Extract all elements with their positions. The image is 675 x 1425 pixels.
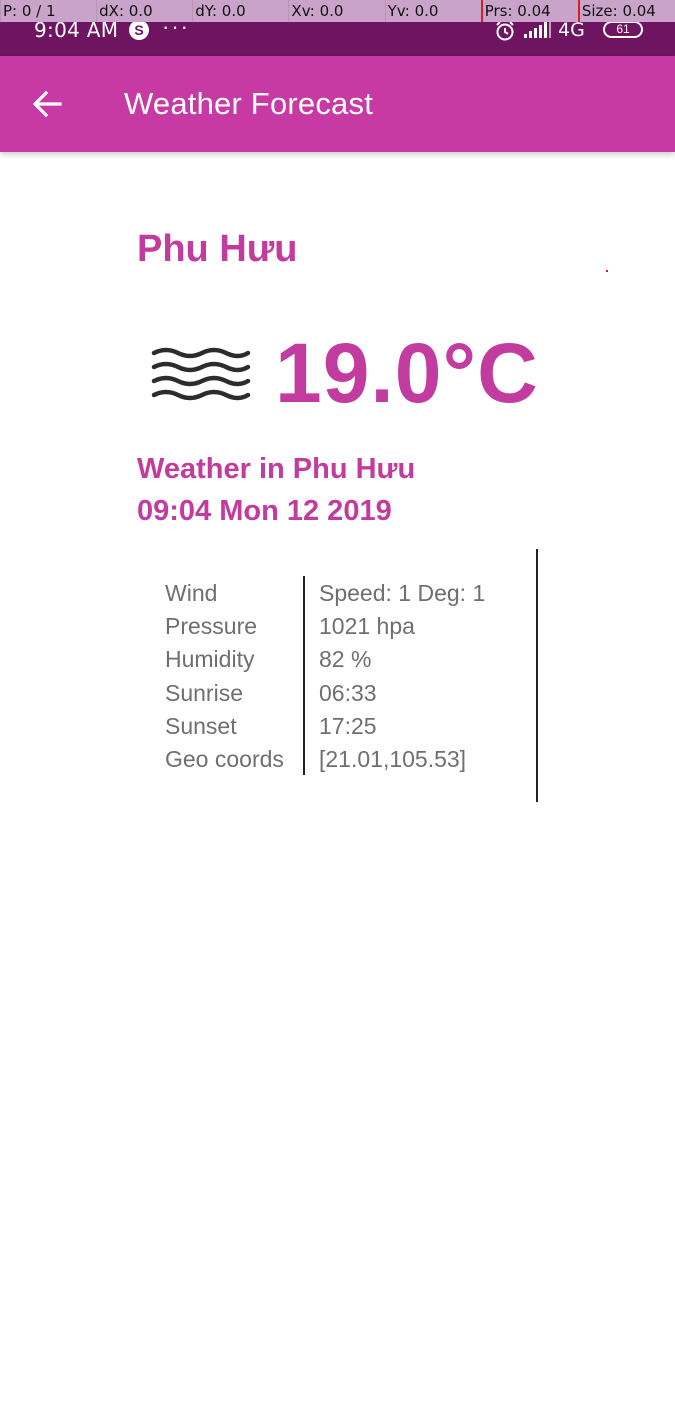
- detail-value: 82 %: [319, 646, 372, 673]
- debug-size: Size: 0.04: [577, 0, 675, 22]
- detail-row-wind: Wind Speed: 1 Deg: 1: [165, 576, 545, 609]
- signal-icon: [524, 20, 552, 45]
- city-name: Phu Hưu: [137, 228, 298, 270]
- back-button[interactable]: [24, 80, 72, 128]
- column-divider: [303, 576, 305, 775]
- detail-value: 17:25: [319, 712, 377, 739]
- detail-label: Geo coords: [165, 745, 284, 772]
- detail-value: Speed: 1 Deg: 1: [319, 580, 486, 606]
- detail-row-humidity: Humidity 82 %: [165, 642, 545, 675]
- stray-dot: [606, 270, 608, 272]
- debug-prs: Prs: 0.04: [480, 0, 578, 22]
- detail-row-sunset: Sunset 17:25: [165, 709, 545, 742]
- detail-value: 1021 hpa: [319, 613, 415, 640]
- weather-datetime: 09:04 Mon 12 2019: [137, 495, 392, 527]
- weather-heading: Weather in Phu Hưu: [137, 453, 416, 485]
- page-title: Weather Forecast: [124, 86, 374, 121]
- debug-dx: dX: 0.0: [96, 0, 192, 22]
- detail-label: Sunset: [165, 712, 237, 739]
- detail-label: Wind: [165, 580, 218, 606]
- app-bar: Weather Forecast: [0, 56, 675, 152]
- arrow-back-icon: [32, 90, 62, 118]
- detail-row-pressure: Pressure 1021 hpa: [165, 609, 545, 642]
- table-right-border: [536, 549, 538, 802]
- debug-pointer: P: 0 / 1: [0, 0, 96, 22]
- detail-value: 06:33: [319, 679, 377, 706]
- detail-row-sunrise: Sunrise 06:33: [165, 676, 545, 709]
- weather-screen: 9:04 AM S ··· 4G 61 P: 0 / 1 dX: 0.0 dY:…: [0, 0, 675, 1425]
- detail-label: Sunrise: [165, 679, 243, 706]
- detail-row-geo-coords: Geo coords [21.01,105.53]: [165, 742, 545, 775]
- debug-xv: Xv: 0.0: [288, 0, 384, 22]
- detail-label: Pressure: [165, 613, 258, 640]
- pointer-location-overlay: P: 0 / 1 dX: 0.0 dY: 0.0 Xv: 0.0 Yv: 0.0…: [0, 0, 675, 22]
- debug-yv: Yv: 0.0: [384, 0, 481, 22]
- debug-dy: dY: 0.0: [192, 0, 288, 22]
- mist-icon: [150, 345, 252, 414]
- network-type: 4G: [558, 19, 585, 41]
- temperature: 19.0°C: [275, 326, 539, 420]
- skype-notification-icon: S: [129, 20, 149, 40]
- detail-value: [21.01,105.53]: [319, 745, 467, 772]
- weather-details-table: Wind Speed: 1 Deg: 1 Pressure 1021 hpa H…: [165, 576, 545, 775]
- alarm-icon: [494, 20, 516, 47]
- battery-icon: 61: [603, 21, 643, 38]
- detail-label: Humidity: [165, 646, 255, 673]
